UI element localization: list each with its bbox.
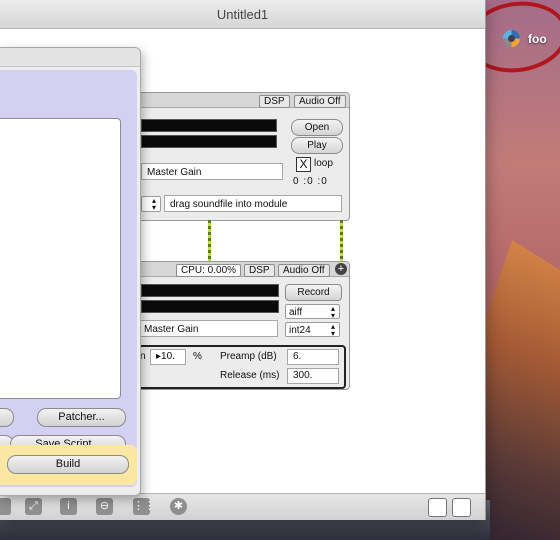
format-value: aiff <box>289 307 303 318</box>
build-area: Build <box>0 445 137 485</box>
loop-checkbox[interactable]: X <box>296 157 311 172</box>
player-audio-button[interactable]: Audio Off <box>294 95 346 108</box>
loop-label: loop <box>314 158 333 169</box>
bitdepth-select[interactable]: int24 ▴ ▾ <box>285 322 340 338</box>
split-side-icon[interactable] <box>452 498 471 517</box>
number-box[interactable]: ▸10. <box>150 349 186 365</box>
panel-file-list[interactable] <box>0 118 121 399</box>
player-meter-right <box>141 135 277 148</box>
player-meter-left <box>141 119 277 132</box>
record-button[interactable]: Record <box>285 284 342 301</box>
number-value: 10. <box>161 351 175 362</box>
add-icon[interactable]: + <box>335 263 347 275</box>
inspector-icon[interactable]: i <box>60 498 77 515</box>
cpu-readout: CPU: 0.00% <box>176 264 242 277</box>
panel-content-area: Patcher... Save Script... <box>0 70 137 487</box>
patcher-button[interactable]: Patcher... <box>37 408 126 427</box>
recorder-gain-field[interactable]: Master Gain <box>138 320 278 337</box>
bitdepth-value: int24 <box>289 325 311 336</box>
release-label: Release (ms) <box>220 370 280 381</box>
window-title: Untitled1 <box>216 7 269 22</box>
panel-left-button-1[interactable] <box>0 408 14 427</box>
patch-cable-right[interactable] <box>340 220 343 261</box>
recorder-dsp-button[interactable]: DSP <box>244 264 275 277</box>
play-button[interactable]: Play <box>291 137 343 154</box>
player-stepper[interactable]: ▴ ▾ <box>141 196 161 212</box>
debug-icon[interactable]: ✱ <box>170 498 187 515</box>
window-titlebar[interactable]: Untitled1 <box>0 0 485 29</box>
stepper-arrows-icon: ▴ ▾ <box>151 196 156 212</box>
dynamics-box: n ▸10. % Preamp (dB) 6. Release (ms) 300… <box>134 345 346 389</box>
build-button[interactable]: Build <box>7 455 129 474</box>
patcher-toolbar: ⤢ i ⊖ ⋮⋮ ✱ <box>0 493 485 520</box>
project-panel: Patcher... Save Script... <box>0 47 141 496</box>
panel-titlebar[interactable] <box>0 48 140 67</box>
recorder-module-header: CPU: 0.00% DSP Audio Off + <box>131 262 349 277</box>
release-field[interactable]: 300. <box>287 368 339 384</box>
player-module-header: DSP Audio Off <box>131 93 349 108</box>
bitdepth-arrows-icon: ▴ ▾ <box>330 322 335 338</box>
player-dsp-button[interactable]: DSP <box>259 95 290 108</box>
number-unit: % <box>193 351 202 362</box>
time-display: 0 :0 :0 <box>293 176 328 187</box>
grid-icon[interactable]: ⋮⋮ <box>133 498 155 515</box>
recorder-audio-button[interactable]: Audio Off <box>278 264 330 277</box>
player-module: DSP Audio Off Open Play X loop 0 :0 :0 M… <box>130 92 350 221</box>
patch-cable-left[interactable] <box>208 220 211 261</box>
preamp-label: Preamp (dB) <box>220 351 277 362</box>
lock-icon[interactable] <box>0 498 11 515</box>
drop-hint-field[interactable]: drag soundfile into module <box>164 195 342 212</box>
presentation-icon[interactable]: ⤢ <box>25 498 42 515</box>
format-arrows-icon: ▴ ▾ <box>330 304 335 320</box>
open-button[interactable]: Open <box>291 119 343 136</box>
connect-icon[interactable]: ⊖ <box>96 498 113 515</box>
recorder-meter-right <box>141 300 279 313</box>
preamp-field[interactable]: 6. <box>287 349 339 365</box>
recorder-module: CPU: 0.00% DSP Audio Off + Record aiff ▴… <box>130 261 350 390</box>
player-gain-field[interactable]: Master Gain <box>141 163 283 180</box>
format-select[interactable]: aiff ▴ ▾ <box>285 304 340 320</box>
recorder-meter-left <box>141 284 279 297</box>
split-bottom-icon[interactable] <box>428 498 447 517</box>
